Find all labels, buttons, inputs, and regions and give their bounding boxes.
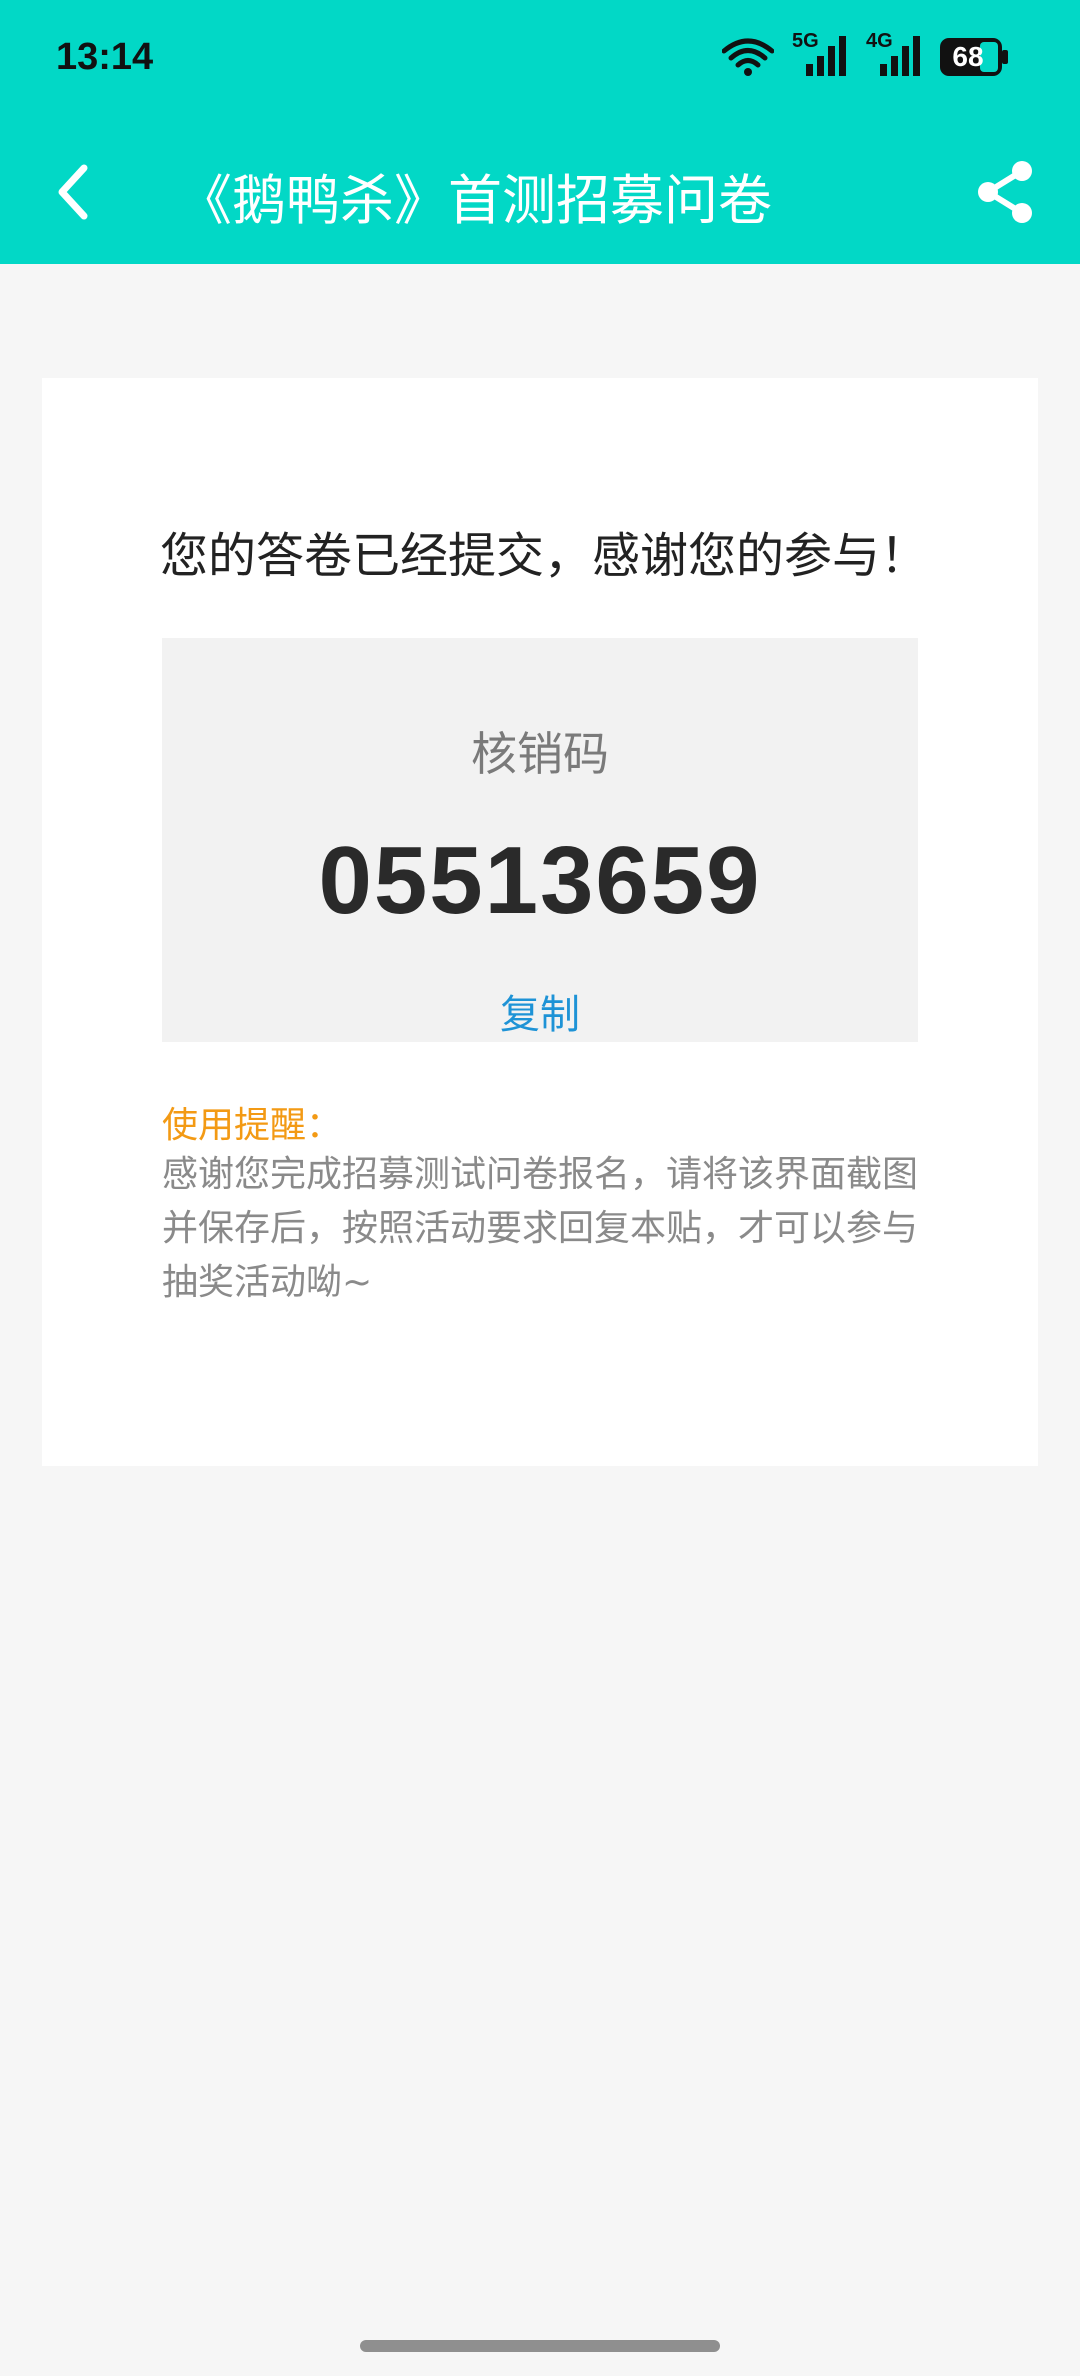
copy-button[interactable]: 复制 [162,982,918,1040]
signal-4g-icon: 4G [866,30,922,80]
chevron-left-icon [58,164,88,220]
battery-level: 68 [952,41,984,72]
signal-5g-icon: 5G [792,30,848,80]
battery-icon: 68 [940,38,1010,76]
result-card: 您的答卷已经提交，感谢您的参与！ 核销码 05513659 复制 使用提醒： 感… [42,378,1038,1466]
back-button[interactable] [46,160,102,224]
status-time: 13:14 [56,36,154,78]
share-icon [978,161,1032,223]
tip-title: 使用提醒： [162,1105,343,1146]
redeem-code: 05513659 [318,827,762,934]
status-icons: 5G 4G 68 [722,30,1010,80]
home-indicator[interactable] [360,2340,720,2352]
page-title: 《鹅鸭杀》首测招募问卷 [178,169,772,232]
code-label: 核销码 [471,727,609,781]
tip-body: 感谢您完成招募测试问卷报名，请将该界面截图并保存后，按照活动要求回复本贴，才可以… [162,1154,919,1303]
share-button[interactable] [974,158,1036,226]
redeem-code-box: 核销码 05513659 复制 [162,638,918,1042]
wifi-icon [722,37,774,77]
app-header: 13:14 5G 4G 68 《鹅鸭杀》首测招募问卷 [0,0,1080,264]
submission-message: 您的答卷已经提交，感谢您的参与！ [160,528,929,584]
